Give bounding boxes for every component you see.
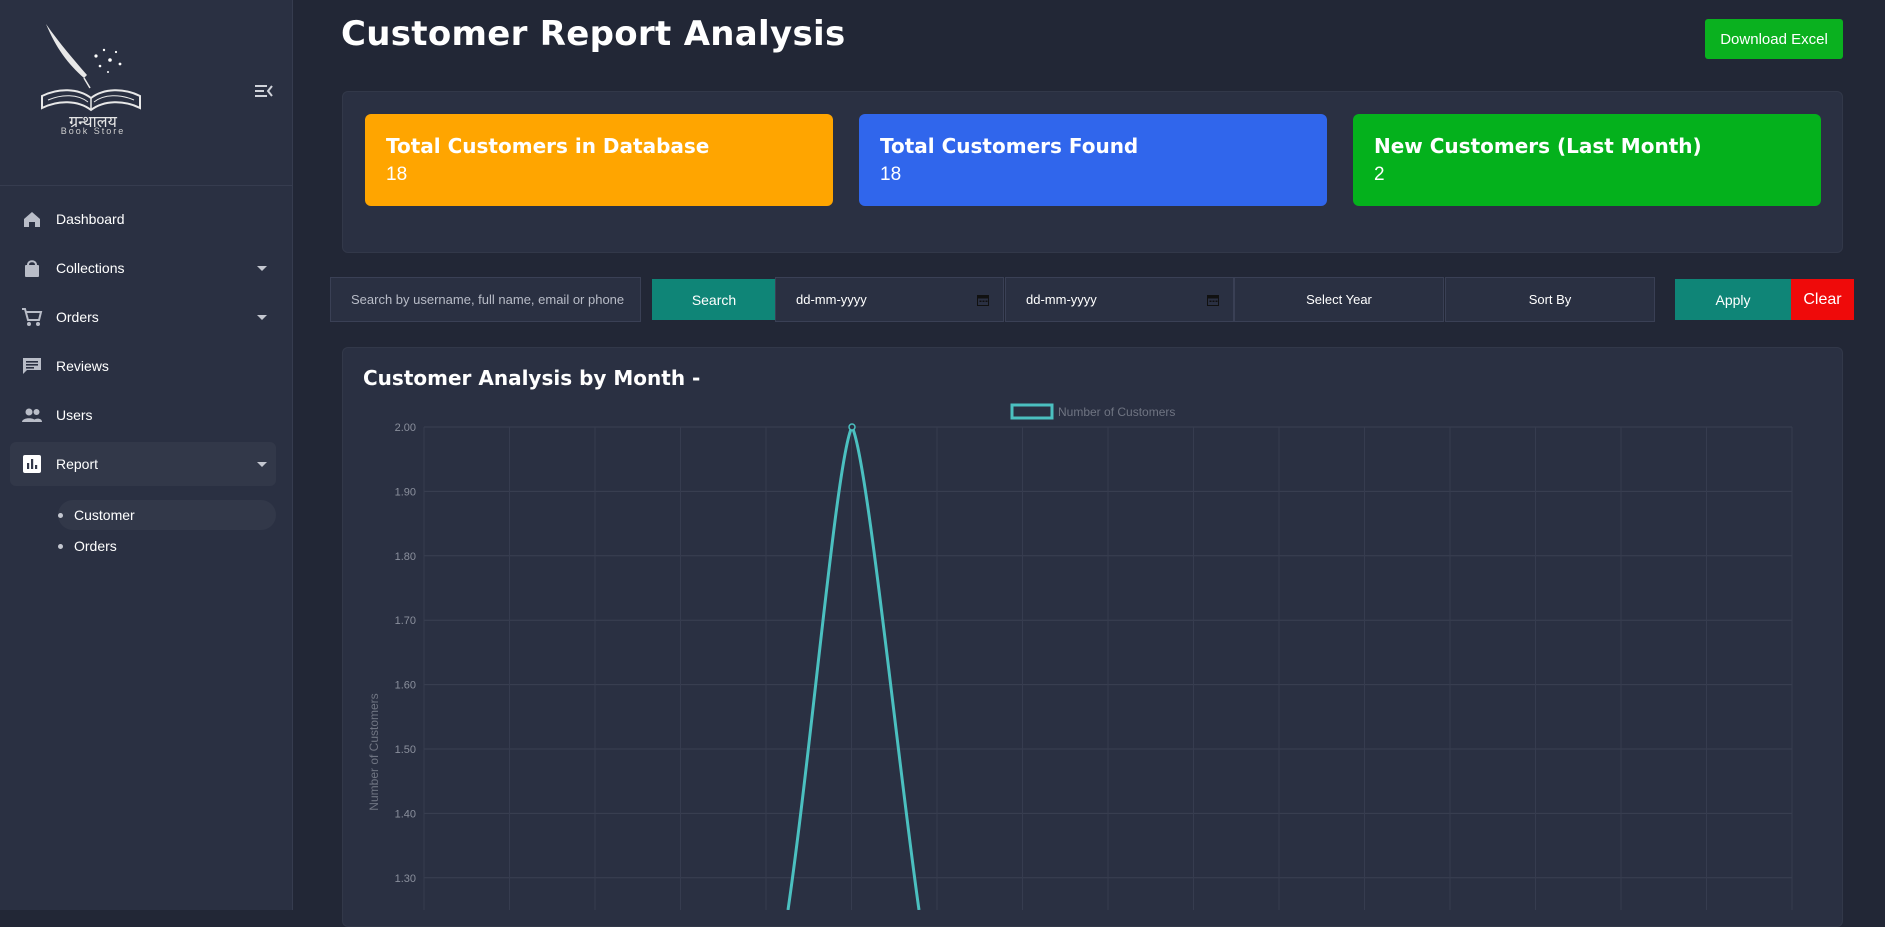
legend-label: Number of Customers — [1058, 405, 1175, 419]
y-tick-label: 1.70 — [395, 615, 416, 627]
sidebar-item-collections[interactable]: Collections — [10, 246, 276, 290]
sidebar-item-label: Collections — [56, 260, 125, 276]
sidebar-item-label: Users — [56, 407, 93, 423]
stat-value: 18 — [386, 164, 408, 185]
end-date-input[interactable]: dd-mm-yyyy — [1005, 277, 1234, 322]
sidebar-subitem-label: Customer — [74, 507, 135, 523]
y-tick-label: 1.30 — [395, 873, 416, 885]
bullet-icon — [58, 513, 63, 518]
calendar-icon[interactable] — [1207, 294, 1219, 306]
bar-chart-icon — [23, 455, 41, 473]
y-tick-label: 1.60 — [395, 680, 416, 692]
start-date-placeholder: dd-mm-yyyy — [796, 292, 867, 307]
bullet-icon — [58, 544, 63, 549]
cart-icon — [22, 308, 43, 326]
end-date-placeholder: dd-mm-yyyy — [1026, 292, 1097, 307]
shopping-bag-icon — [25, 260, 39, 277]
sidebar-item-label: Reviews — [56, 358, 109, 374]
logo-subtitle: Book Store — [60, 126, 126, 136]
sidebar-item-label: Dashboard — [56, 211, 125, 227]
stat-card-new-customers: New Customers (Last Month) 2 — [1353, 114, 1821, 206]
sidebar-item-users[interactable]: Users — [10, 393, 276, 437]
collapse-sidebar-icon[interactable] — [254, 82, 274, 100]
stat-card-total-found: Total Customers Found 18 — [859, 114, 1327, 206]
series-line — [786, 423, 921, 910]
apply-button[interactable]: Apply — [1675, 279, 1791, 320]
sidebar-item-label: Report — [56, 456, 99, 472]
stat-label: New Customers (Last Month) — [1374, 134, 1702, 158]
clear-button[interactable]: Clear — [1791, 279, 1854, 320]
sidebar-item-orders[interactable]: Orders — [10, 295, 276, 339]
download-excel-button[interactable]: Download Excel — [1705, 19, 1843, 59]
stat-card-total-database: Total Customers in Database 18 — [365, 114, 833, 206]
stat-label: Total Customers in Database — [386, 134, 710, 158]
calendar-icon[interactable] — [977, 294, 989, 306]
sidebar-item-reviews[interactable]: Reviews — [10, 344, 276, 388]
stat-value: 18 — [880, 164, 902, 185]
comment-icon — [23, 358, 41, 374]
sidebar: ग्रन्थालय Book Store Dashboard Collectio… — [0, 0, 293, 910]
stat-label: Total Customers Found — [880, 134, 1139, 158]
people-icon — [22, 408, 42, 422]
stat-value: 2 — [1374, 164, 1385, 185]
y-tick-label: 2.00 — [395, 422, 416, 434]
y-tick-label: 1.50 — [395, 744, 416, 756]
data-point — [848, 423, 856, 431]
start-date-input[interactable]: dd-mm-yyyy — [775, 277, 1004, 322]
chevron-down-icon — [257, 266, 267, 271]
sort-select[interactable]: Sort By — [1445, 277, 1655, 322]
sidebar-item-dashboard[interactable]: Dashboard — [10, 197, 276, 241]
sidebar-item-label: Orders — [56, 309, 99, 325]
sidebar-subitem-orders[interactable]: Orders — [58, 531, 276, 561]
sidebar-subitem-label: Orders — [74, 538, 117, 554]
page-title: Customer Report Analysis — [341, 14, 846, 54]
chart-title: Customer Analysis by Month - — [363, 366, 701, 390]
y-tick-label: 1.40 — [395, 808, 416, 820]
customer-line-chart: 2.00 1.90 1.80 1.70 1.60 1.50 1.40 1.30 Number o… — [367, 403, 1793, 910]
logo-area: ग्रन्थालय Book Store — [0, 0, 293, 186]
legend-swatch — [1010, 403, 1054, 420]
sidebar-subitem-customer[interactable]: Customer — [58, 500, 276, 530]
y-tick-label: 1.80 — [395, 551, 416, 563]
year-select[interactable]: Select Year — [1234, 277, 1444, 322]
search-input[interactable]: Search by username, full name, email or … — [330, 277, 641, 322]
sidebar-item-report[interactable]: Report — [10, 442, 276, 486]
chevron-down-icon — [257, 315, 267, 320]
y-axis-label: Number of Customers — [367, 693, 381, 810]
home-icon — [24, 212, 40, 227]
search-button[interactable]: Search — [652, 279, 776, 320]
chevron-down-icon — [257, 462, 267, 467]
y-tick-label: 1.90 — [395, 486, 416, 498]
